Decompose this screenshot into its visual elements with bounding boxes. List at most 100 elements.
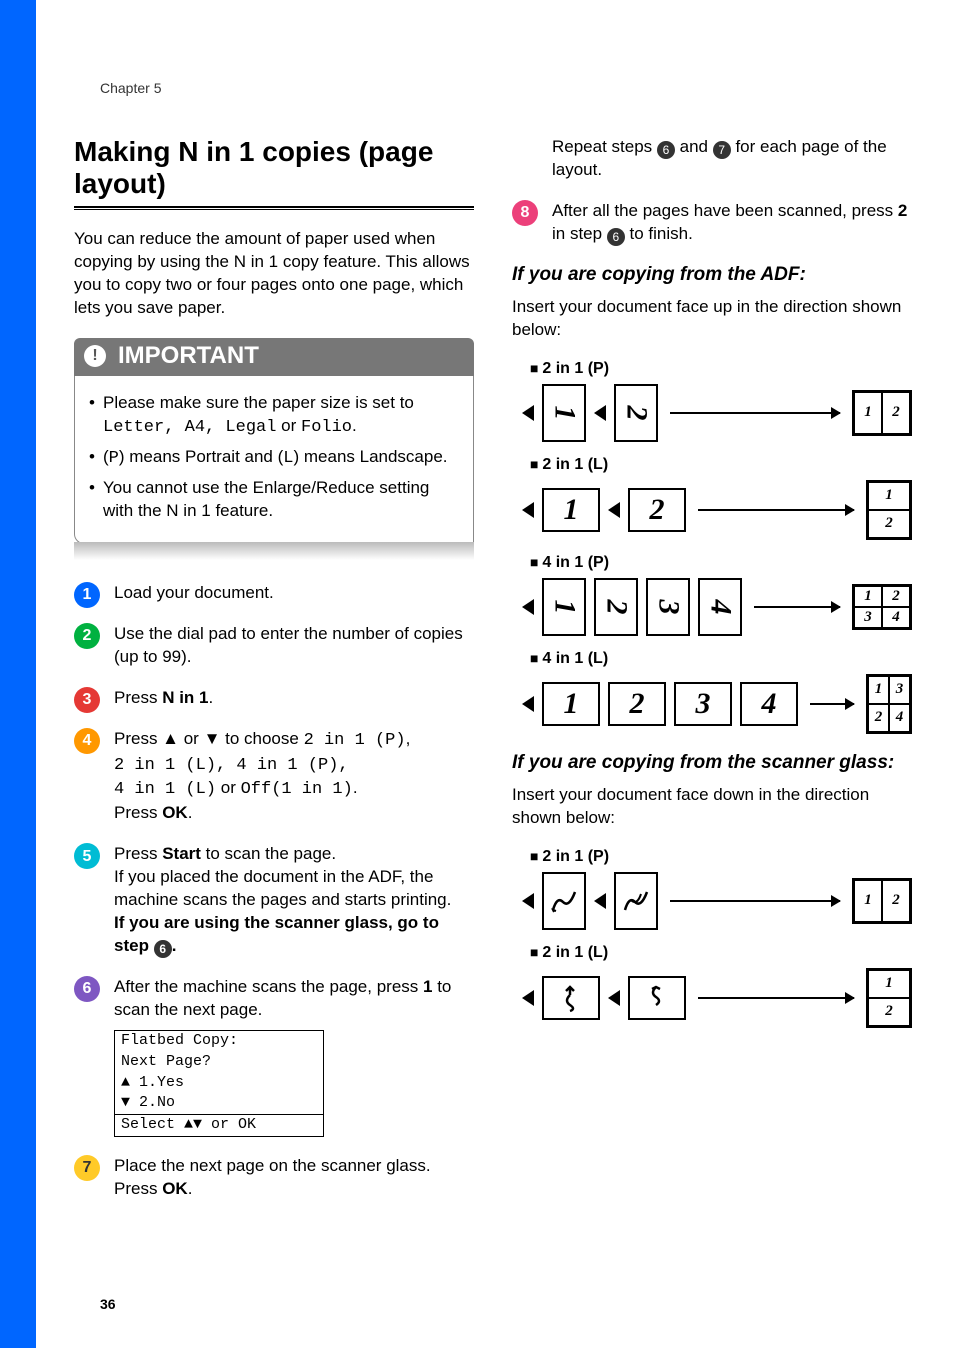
step-2: 2Use the dial pad to enter the number of… — [74, 623, 474, 669]
left-arrow-icon — [522, 502, 534, 518]
step-badge-8: 8 — [512, 200, 538, 226]
intro-paragraph: You can reduce the amount of paper used … — [74, 228, 474, 320]
cell-2: 2 — [628, 488, 686, 532]
arrow-icon — [670, 900, 840, 902]
adf-4in1p-diagram: 1 2 3 4 1234 — [522, 578, 912, 636]
lcd-display: Flatbed Copy: Next Page? ▲ 1.Yes ▼ 2.No … — [114, 1030, 324, 1137]
lcd-line-4: ▼ 2.No — [115, 1093, 323, 1114]
repeat-note: Repeat steps 6 and 7 for each page of th… — [512, 136, 912, 182]
adf-heading: If you are copying from the ADF: — [512, 264, 912, 286]
inline-badge-7: 7 — [713, 141, 731, 159]
left-arrow-icon — [522, 696, 534, 712]
important-header: ! IMPORTANT — [74, 338, 474, 376]
cell-1-facedown — [542, 872, 586, 930]
step-badge-7: 7 — [74, 1155, 100, 1181]
left-arrow-icon — [522, 990, 534, 1006]
section-heading: Making N in 1 copies (page layout) — [74, 136, 474, 200]
left-arrow-icon — [522, 405, 534, 421]
left-arrow-icon — [608, 990, 620, 1006]
result-grid: 12 — [866, 968, 912, 1028]
step-badge-5: 5 — [74, 843, 100, 869]
cell-3: 3 — [674, 682, 732, 726]
cell-2: 2 — [614, 384, 658, 442]
cell-2: 2 — [608, 682, 666, 726]
step-3: 3Press N in 1. — [74, 687, 474, 710]
lcd-line-5: Select ▲▼ or OK — [115, 1114, 323, 1136]
cell-2-facedown — [614, 872, 658, 930]
left-accent-bar — [0, 0, 36, 1348]
cell-1: 1 — [542, 682, 600, 726]
arrow-icon — [698, 997, 854, 999]
important-shadow — [74, 542, 474, 560]
step-4: 4 Press ▲ or ▼ to choose 2 in 1 (P), 2 i… — [74, 728, 474, 826]
important-title: IMPORTANT — [118, 342, 259, 370]
glass-intro: Insert your document face down in the di… — [512, 784, 912, 830]
cell-4: 4 — [740, 682, 798, 726]
glass-heading: If you are copying from the scanner glas… — [512, 752, 912, 774]
page-number: 36 — [100, 1296, 116, 1312]
step-7: 7 Place the next page on the scanner gla… — [74, 1155, 474, 1201]
cell-1: 1 — [542, 488, 600, 532]
adf-4in1l-label: 4 in 1 (L) — [530, 650, 912, 668]
cell-4: 4 — [698, 578, 742, 636]
cell-1: 1 — [542, 384, 586, 442]
glass-2in1l-label: 2 in 1 (L) — [530, 944, 912, 962]
cell-1: 1 — [542, 578, 586, 636]
lcd-line-2: Next Page? — [115, 1052, 323, 1073]
right-column: Repeat steps 6 and 7 for each page of th… — [512, 136, 912, 1219]
step-badge-4: 4 — [74, 728, 100, 754]
step-8: 8 After all the pages have been scanned,… — [512, 200, 912, 246]
important-item-2: (P) means Portrait and (L) means Landsca… — [89, 446, 459, 471]
adf-2in1l-diagram: 1 2 12 — [522, 480, 912, 540]
step-badge-6: 6 — [74, 976, 100, 1002]
result-grid: 1324 — [866, 674, 912, 734]
arrow-icon — [810, 703, 854, 705]
chapter-label: Chapter 5 — [100, 80, 161, 96]
glass-2in1p-label: 2 in 1 (P) — [530, 848, 912, 866]
inline-badge-6: 6 — [154, 940, 172, 958]
step-6: 6 After the machine scans the page, pres… — [74, 976, 474, 1137]
important-icon: ! — [84, 345, 106, 367]
left-arrow-icon — [608, 502, 620, 518]
left-arrow-icon — [594, 893, 606, 909]
important-item-1: Please make sure the paper size is set t… — [89, 392, 459, 440]
adf-4in1p-label: 4 in 1 (P) — [530, 554, 912, 572]
result-grid: 12 — [852, 878, 912, 924]
inline-badge-6c: 6 — [607, 228, 625, 246]
adf-4in1l-diagram: 1 2 3 4 1324 — [522, 674, 912, 734]
glass-2in1p-diagram: 12 — [522, 872, 912, 930]
page: Chapter 5 36 Making N in 1 copies (page … — [36, 0, 954, 1348]
step-badge-1: 1 — [74, 582, 100, 608]
important-box: ! IMPORTANT Please make sure the paper s… — [74, 338, 474, 560]
important-body: Please make sure the paper size is set t… — [74, 376, 474, 544]
result-grid: 12 — [866, 480, 912, 540]
step-1: 1Load your document. — [74, 582, 474, 605]
result-grid: 12 — [852, 390, 912, 436]
left-arrow-icon — [594, 405, 606, 421]
step-badge-3: 3 — [74, 687, 100, 713]
result-grid: 1234 — [852, 584, 912, 630]
lcd-line-3: ▲ 1.Yes — [115, 1073, 323, 1094]
left-column: Making N in 1 copies (page layout) You c… — [74, 136, 474, 1219]
cell-3: 3 — [646, 578, 690, 636]
steps-list-right: 8 After all the pages have been scanned,… — [512, 200, 912, 246]
left-arrow-icon — [522, 599, 534, 615]
left-arrow-icon — [522, 893, 534, 909]
step-5: 5 Press Start to scan the page. If you p… — [74, 843, 474, 958]
arrow-icon — [754, 606, 840, 608]
steps-list: 1Load your document. 2Use the dial pad t… — [74, 582, 474, 1201]
inline-badge-6b: 6 — [657, 141, 675, 159]
step-badge-2: 2 — [74, 623, 100, 649]
lcd-line-1: Flatbed Copy: — [115, 1031, 323, 1052]
arrow-icon — [670, 412, 840, 414]
adf-intro: Insert your document face up in the dire… — [512, 296, 912, 342]
adf-2in1p-label: 2 in 1 (P) — [530, 360, 912, 378]
cell-2-facedown — [628, 976, 686, 1020]
adf-2in1p-diagram: 1 2 12 — [522, 384, 912, 442]
cell-1-facedown — [542, 976, 600, 1020]
cell-2: 2 — [594, 578, 638, 636]
glass-2in1l-diagram: 12 — [522, 968, 912, 1028]
adf-2in1l-label: 2 in 1 (L) — [530, 456, 912, 474]
heading-rule — [74, 206, 474, 210]
important-item-3: You cannot use the Enlarge/Reduce settin… — [89, 477, 459, 523]
